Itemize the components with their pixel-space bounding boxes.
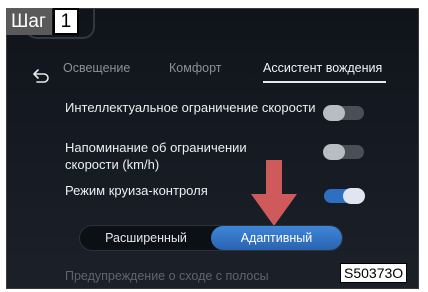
setting-label-line-1: Напоминание об ограничении <box>65 140 247 155</box>
setting-label-cruise-mode: Режим круиза-контроля <box>65 183 208 198</box>
toggle-cruise-mode[interactable] <box>324 188 365 204</box>
toggle-speed-limit-reminder[interactable] <box>323 144 364 160</box>
tab-driving-assistant[interactable]: Ассистент вождения <box>263 60 382 76</box>
setting-label-line-2: скорости (km/h) <box>65 157 160 172</box>
tab-comfort[interactable]: Комфорт <box>169 60 221 76</box>
red-down-arrow-icon <box>251 160 297 226</box>
toggle-intelligent-speed-limit[interactable] <box>323 105 364 121</box>
back-arrow-icon[interactable] <box>32 67 50 85</box>
cruise-mode-selector: Расширенный Адаптивный <box>79 225 343 251</box>
active-tab-indicator <box>263 81 386 83</box>
step-label: Шаг 1 <box>6 8 79 35</box>
step-number: 1 <box>52 8 79 35</box>
setting-label-speed-limit-reminder: Напоминание об ограничении скорости (km/… <box>65 139 247 173</box>
cruise-mode-extended-button[interactable]: Расширенный <box>82 226 210 250</box>
setting-label-intelligent-speed-limit: Интеллектуальное ограничение скорости <box>65 100 316 115</box>
toggle-knob <box>323 105 345 121</box>
tab-lighting[interactable]: Освещение <box>63 60 130 76</box>
setting-label-lane-departure-warning[interactable]: Предупреждение о сходе с полосы <box>65 268 269 284</box>
toggle-knob <box>343 188 365 204</box>
cruise-mode-adaptive-button[interactable]: Адаптивный <box>211 226 342 250</box>
step-word: Шаг <box>6 8 52 35</box>
toggle-knob <box>323 144 345 160</box>
figure-code: S50373O <box>340 263 408 283</box>
